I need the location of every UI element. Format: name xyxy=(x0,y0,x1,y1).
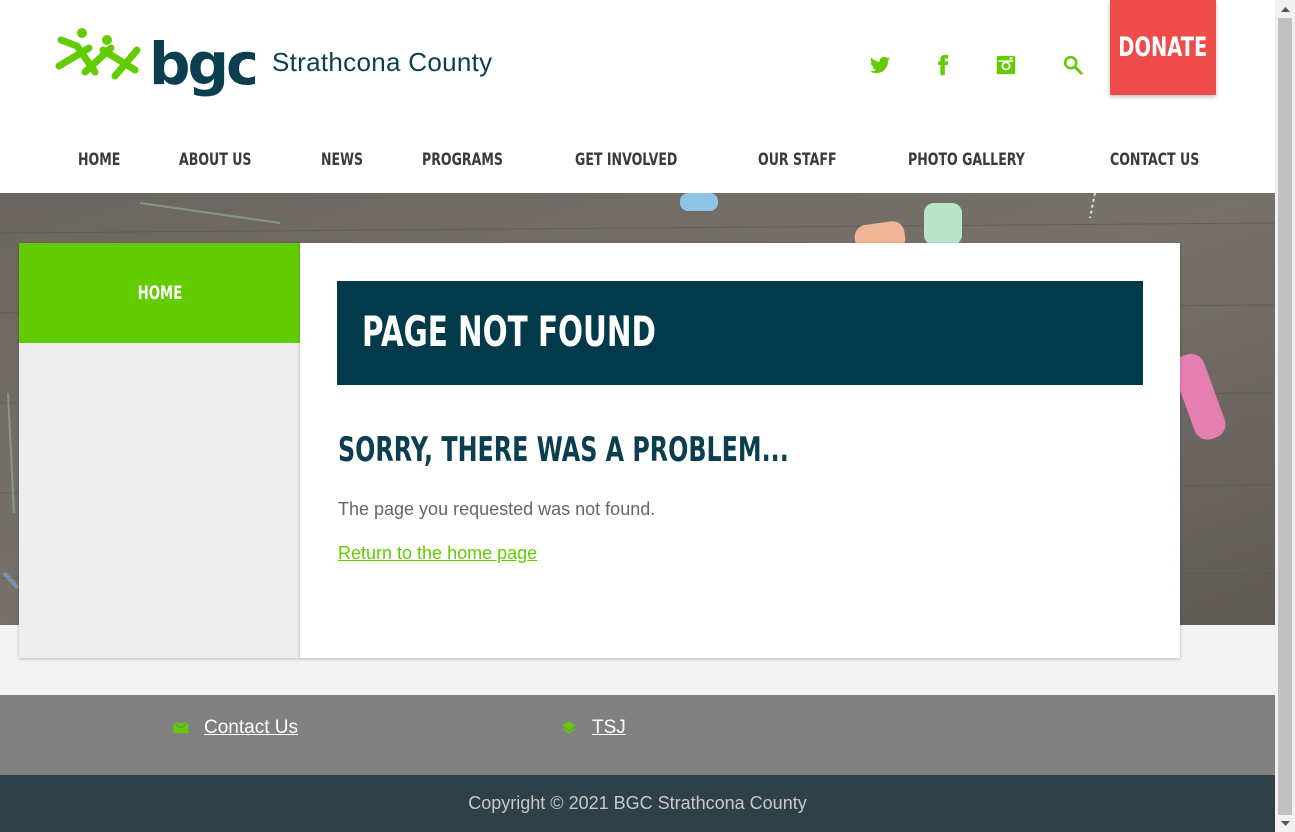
main-content: PAGE NOT FOUND SORRY, THERE WAS A PROBLE… xyxy=(300,243,1180,658)
nav-item-our-staff[interactable]: OUR STAFF xyxy=(736,142,886,178)
donate-label: DONATE xyxy=(1118,32,1208,63)
donate-button[interactable]: DONATE xyxy=(1110,0,1216,95)
sidebar-item-home[interactable]: HOME xyxy=(19,243,300,343)
nav-item-about-us[interactable]: ABOUT US xyxy=(157,142,299,178)
instagram-icon[interactable] xyxy=(993,52,1019,78)
footer-link-label: TSJ xyxy=(592,717,626,738)
error-message: The page you requested was not found. xyxy=(338,499,656,519)
nav-label: GET INVOLVED xyxy=(575,150,678,170)
copyright-text: Copyright © 2021 BGC Strathcona County xyxy=(468,793,807,813)
nav-item-get-involved[interactable]: GET INVOLVED xyxy=(553,142,735,178)
sidebar: HOME xyxy=(19,243,300,658)
return-home-link[interactable]: Return to the home page xyxy=(338,543,537,564)
nav-label: CONTACT US xyxy=(1109,150,1200,170)
nav-label: OUR STAFF xyxy=(757,150,837,170)
nav-item-photo-gallery[interactable]: PHOTO GALLERY xyxy=(886,142,1088,178)
nav-label: HOME xyxy=(78,150,121,170)
scroll-down-arrow-icon[interactable] xyxy=(1275,815,1295,832)
main-nav: HOME ABOUT US NEWS PROGRAMS GET INVOLVED… xyxy=(56,142,1252,178)
footer-links-bar: Contact Us TSJ xyxy=(0,695,1275,775)
bgc-logo[interactable]: bgc xyxy=(55,26,255,104)
nav-label: ABOUT US xyxy=(179,150,252,170)
footer-link-label: Contact Us xyxy=(204,717,298,738)
mail-icon xyxy=(173,722,189,734)
page-title: PAGE NOT FOUND xyxy=(362,307,656,356)
scrollbar-thumb[interactable] xyxy=(1278,18,1292,815)
footer-link-tsj[interactable]: TSJ xyxy=(560,717,626,739)
nav-label: PROGRAMS xyxy=(422,150,503,170)
site-header: bgc Strathcona County DONATE HOME ABOUT … xyxy=(0,0,1275,193)
nav-item-home[interactable]: HOME xyxy=(56,142,157,178)
nav-item-programs[interactable]: PROGRAMS xyxy=(400,142,553,178)
page-title-bar: PAGE NOT FOUND xyxy=(337,281,1143,385)
footer-copyright: Copyright © 2021 BGC Strathcona County xyxy=(0,775,1275,832)
nav-item-news[interactable]: NEWS xyxy=(299,142,400,178)
site-subtitle: Strathcona County xyxy=(272,47,493,77)
twitter-icon[interactable] xyxy=(867,52,893,78)
nav-item-contact-us[interactable]: CONTACT US xyxy=(1088,142,1253,178)
nav-label: NEWS xyxy=(321,150,364,170)
scroll-up-arrow-icon[interactable] xyxy=(1275,0,1295,17)
sidebar-item-label: HOME xyxy=(137,282,182,304)
error-subheading: SORRY, THERE WAS A PROBLEM... xyxy=(338,430,789,470)
nav-label: PHOTO GALLERY xyxy=(907,150,1025,170)
page-scrollbar[interactable] xyxy=(1275,0,1295,832)
logo-text: bgc xyxy=(149,30,255,98)
search-icon[interactable] xyxy=(1060,52,1086,78)
layers-icon xyxy=(562,721,576,734)
facebook-icon[interactable] xyxy=(930,52,956,78)
footer-link-contact-us[interactable]: Contact Us xyxy=(172,717,298,739)
